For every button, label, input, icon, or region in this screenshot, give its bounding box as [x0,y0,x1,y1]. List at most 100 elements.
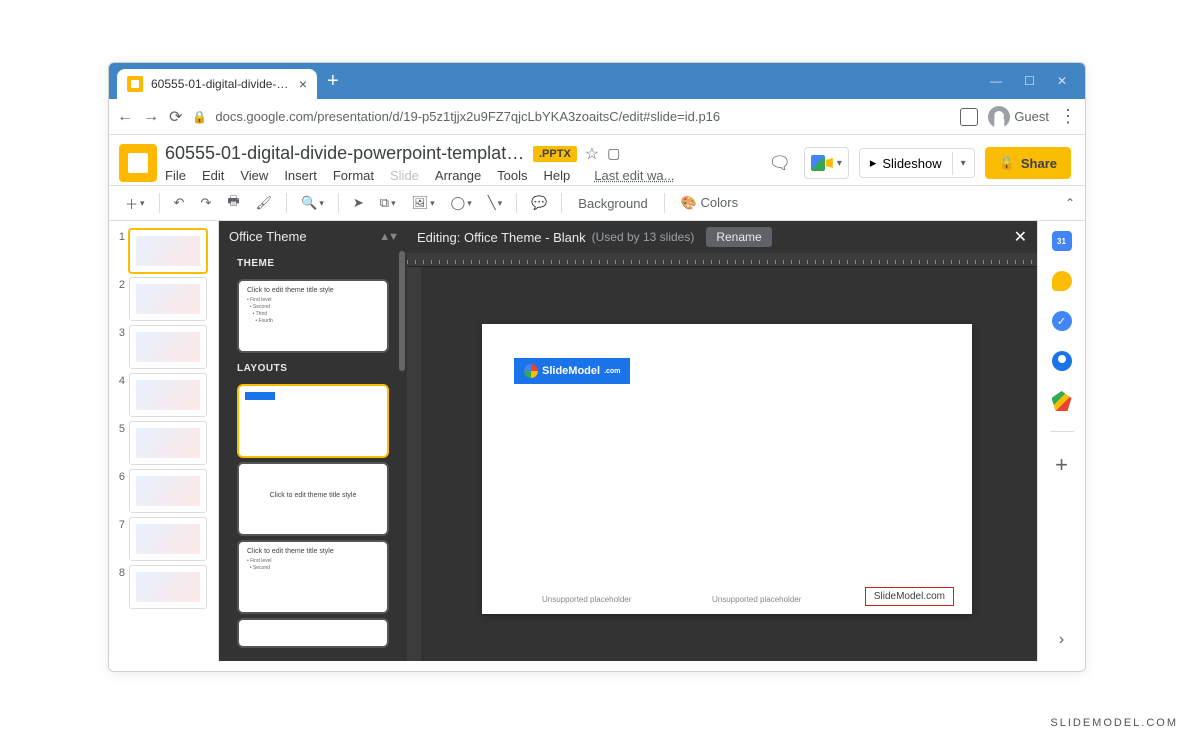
theme-master-thumb[interactable]: Click to edit theme title style • First … [237,279,389,353]
last-edit-link[interactable]: Last edit wa... [594,168,674,183]
menu-view[interactable]: View [240,168,268,183]
palette-icon: 🎨 [681,195,697,210]
placeholder-text: Unsupported placeholder [542,595,631,604]
url-text: docs.google.com/presentation/d/19-p5z1tj… [215,109,720,124]
slideshow-dropdown[interactable]: ▾ [952,152,974,175]
background-button[interactable]: Background [570,192,655,215]
contacts-icon[interactable] [1052,351,1072,371]
theme-panel: Office Theme ▲▼ THEME Click to edit them… [219,221,407,661]
maps-icon[interactable] [1052,391,1072,411]
meet-icon [811,152,833,174]
slide-thumb[interactable] [129,517,207,561]
menu-format[interactable]: Format [333,168,374,183]
calendar-icon[interactable] [1052,231,1072,251]
tasks-icon[interactable] [1052,311,1072,331]
menu-help[interactable]: Help [544,168,571,183]
menu-file[interactable]: File [165,168,186,183]
colors-button[interactable]: 🎨 Colors [673,191,746,215]
profile-chip[interactable]: Guest [988,106,1049,128]
zoom-icon[interactable]: 🔍▾ [295,191,330,215]
star-icon[interactable]: ☆ [585,144,599,164]
close-editor-icon[interactable]: ✕ [1014,227,1027,247]
slideshow-button[interactable]: ▸ Slideshow [860,149,952,177]
slide-thumb[interactable] [129,229,207,273]
image-icon[interactable]: 🖼▾ [406,191,441,215]
doc-title[interactable]: 60555-01-digital-divide-powerpoint-templ… [165,143,525,164]
menu-edit[interactable]: Edit [202,168,224,183]
browser-menu-icon[interactable]: ⋮ [1059,106,1077,127]
slide-canvas[interactable]: SlideModel.com Unsupported placeholder U… [482,324,972,614]
footer-box[interactable]: SlideModel.com [865,587,954,606]
redo-icon[interactable]: ↷ [194,191,217,215]
url-field[interactable]: 🔒 docs.google.com/presentation/d/19-p5z1… [192,109,950,124]
meet-button[interactable]: ▾ [804,147,849,179]
tab-title: 60555-01-digital-divide-powerpc [151,77,293,91]
maximize-icon[interactable]: ☐ [1024,74,1035,88]
menu-arrange[interactable]: Arrange [435,168,481,183]
slides-favicon-icon [127,76,143,92]
layout-thumb-title[interactable]: Click to edit theme title style [237,462,389,536]
slide-thumb[interactable] [129,421,207,465]
slidemodel-logo[interactable]: SlideModel.com [514,358,630,384]
line-icon[interactable]: ╲▾ [482,191,508,215]
paint-format-icon[interactable]: 🖌 [250,191,279,215]
reload-icon[interactable]: ⟳ [169,107,182,127]
pptx-badge: .PPTX [533,146,577,162]
theme-panel-title: Office Theme [229,229,307,244]
browser-tab[interactable]: 60555-01-digital-divide-powerpc × [117,69,317,99]
forward-icon[interactable]: → [143,108,159,126]
layout-thumb[interactable] [237,618,389,648]
avatar-icon [988,106,1010,128]
add-addon-icon[interactable]: + [1055,452,1068,478]
slide-filmstrip[interactable]: 1 2 3 4 5 6 7 8 [109,221,219,661]
collapse-toolbar-icon[interactable]: ⌃ [1065,196,1075,210]
toolbar: ＋▾ ↶ ↷ 🖶 🖌 🔍▾ ➤ ⧉▾ 🖼▾ ◯▾ ╲▾ 💬 Background… [109,185,1085,221]
menu-slide: Slide [390,168,419,183]
address-bar: ← → ⟳ 🔒 docs.google.com/presentation/d/1… [109,99,1085,135]
collapse-sidepanel-icon[interactable]: › [1059,631,1064,649]
slide-thumb[interactable] [129,469,207,513]
slide-number: 5 [115,421,125,435]
close-tab-icon[interactable]: × [299,76,307,92]
textbox-icon[interactable]: ⧉▾ [374,191,402,215]
slides-logo-icon[interactable] [119,144,157,182]
slideshow-label: Slideshow [882,156,941,171]
undo-icon[interactable]: ↶ [168,191,191,215]
comments-icon[interactable]: 🗨 [766,149,794,177]
menu-insert[interactable]: Insert [284,168,317,183]
keep-icon[interactable] [1052,271,1072,291]
back-icon[interactable]: ← [117,108,133,126]
print-icon[interactable]: 🖶 [221,188,245,218]
slide-thumb[interactable] [129,373,207,417]
slide-number: 4 [115,373,125,387]
theme-section-label: THEME [219,252,407,275]
lock-icon: 🔒 [192,110,207,124]
share-button[interactable]: 🔒 Share [985,147,1071,179]
menu-tools[interactable]: Tools [497,168,527,183]
slide-thumb[interactable] [129,565,207,609]
select-icon[interactable]: ➤ [347,191,370,215]
layout-thumb-content[interactable]: Click to edit theme title style • First … [237,540,389,614]
lock-share-icon: 🔒 [999,155,1015,171]
extension-icon[interactable] [960,108,978,126]
shape-icon[interactable]: ◯▾ [445,191,478,215]
workspace: 1 2 3 4 5 6 7 8 Office Theme ▲▼ THEME Cl… [109,221,1085,661]
new-tab-button[interactable]: + [327,70,339,93]
placeholder-text: Unsupported placeholder [712,595,801,604]
comment-icon[interactable]: 💬 [525,191,553,215]
slide-number: 8 [115,565,125,579]
separator [1050,431,1074,432]
layout-thumb-blank[interactable] [237,384,389,458]
rename-button[interactable]: Rename [706,227,771,247]
slide-thumb[interactable] [129,325,207,369]
theme-scrollbar[interactable] [399,251,405,371]
logo-swirl-icon [524,364,538,378]
move-icon[interactable]: ▢ [607,145,620,162]
slide-number: 7 [115,517,125,531]
new-slide-button[interactable]: ＋▾ [119,190,151,217]
slide-thumb[interactable] [129,277,207,321]
slide-number: 3 [115,325,125,339]
close-window-icon[interactable]: ✕ [1057,74,1067,88]
theme-switch-icon[interactable]: ▲▼ [379,231,397,243]
minimize-icon[interactable]: ― [990,74,1002,88]
